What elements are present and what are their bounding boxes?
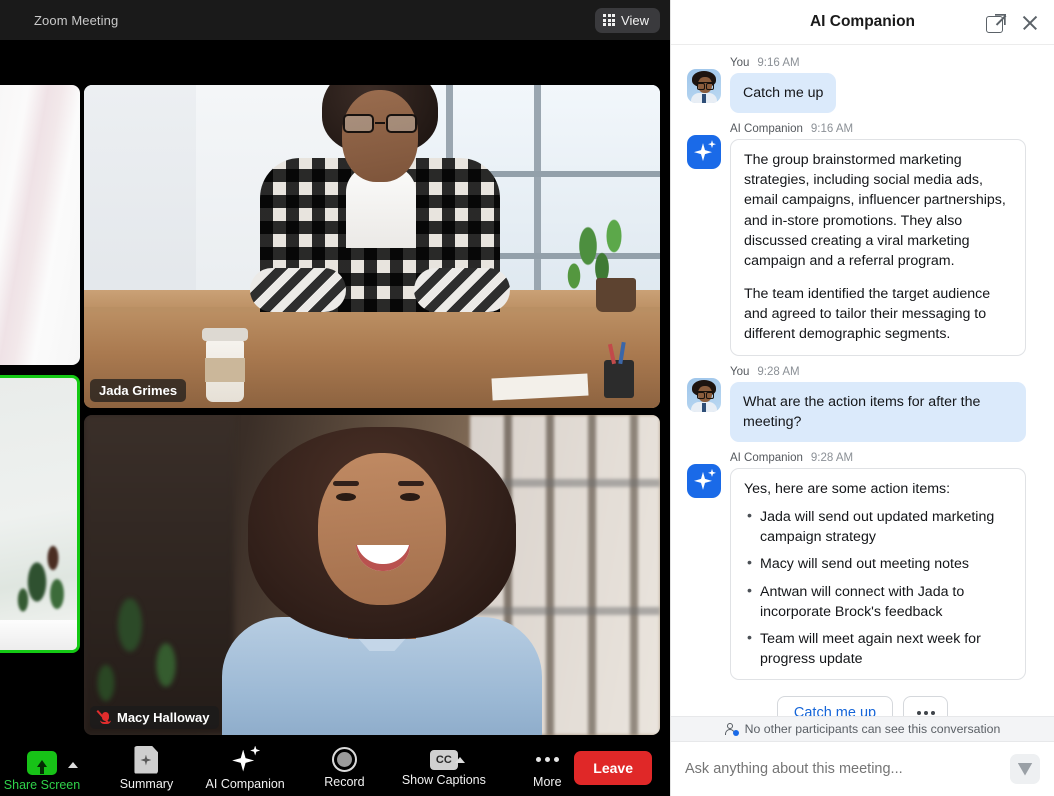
popout-icon[interactable] [986, 13, 1007, 33]
action-item: Team will meet again next week for progr… [744, 628, 1012, 669]
message-meta: You 9:28 AM [730, 366, 1038, 378]
participant-tile-macy[interactable]: Macy Halloway [84, 415, 660, 735]
participant-name-label: Jada Grimes [99, 383, 178, 398]
more-suggestions-button[interactable] [903, 696, 949, 716]
message-bubble: Catch me up [730, 73, 837, 114]
message-text: Catch me up [743, 85, 824, 101]
close-icon[interactable] [1020, 13, 1040, 33]
panel-title: AI Companion [809, 13, 916, 30]
view-button-label: View [621, 12, 649, 28]
catch-me-up-button[interactable]: Catch me up [776, 696, 894, 716]
shelf-decor [0, 620, 77, 650]
record-circle-icon [331, 747, 357, 772]
ai-avatar-sparkle-icon [687, 135, 721, 170]
avatar [687, 69, 721, 103]
message-text: The team identified the target audience … [744, 286, 991, 343]
participant-video-person-jada [250, 85, 510, 312]
plant-decor [13, 512, 73, 622]
message-text: The group brainstormed marketing strateg… [744, 152, 1006, 269]
private-participants-icon [724, 722, 739, 736]
closed-caption-icon: CC [429, 749, 458, 770]
chat-message: AI Companion 9:28 AM Yes, here are some … [687, 446, 1038, 681]
message-time: 9:28 AM [810, 451, 854, 464]
message-author: You [730, 365, 750, 378]
chat-message: AI Companion 9:16 AM The group brainstor… [687, 117, 1038, 356]
view-button[interactable]: View [595, 7, 660, 33]
privacy-notice-text: No other participants can see this conve… [744, 722, 1001, 736]
toolbar-more-label: More [533, 775, 562, 789]
send-button[interactable] [1010, 754, 1040, 784]
message-meta: AI Companion 9:16 AM [730, 123, 1038, 135]
message-author: You [730, 57, 750, 69]
message-meta: You 9:16 AM [730, 57, 1038, 69]
video-feed-jada [84, 85, 660, 408]
message-bubble: The group brainstormed marketing strateg… [730, 139, 1026, 356]
participant-tile-partial-top[interactable] [0, 85, 80, 365]
participant-tile-partial-bottom-active-speaker[interactable] [0, 375, 80, 653]
message-composer [671, 742, 1054, 796]
privacy-notice: No other participants can see this conve… [671, 716, 1054, 742]
action-items-list: Jada will send out updated marketing cam… [744, 506, 1012, 669]
app-root: Zoom Meeting View Jada Grimes Macy Hallo… [0, 0, 1054, 796]
action-item: Macy will send out meeting notes [744, 553, 1012, 574]
share-screen-chevron-up-icon[interactable] [68, 762, 78, 768]
chat-message: You 9:28 AM What are the action items fo… [687, 360, 1038, 442]
meeting-titlebar: Zoom Meeting View [0, 0, 670, 40]
toolbar-more[interactable]: More [520, 747, 574, 789]
participant-name-tag: Jada Grimes [90, 379, 187, 402]
grid-icon [603, 14, 616, 26]
message-bubble: What are the action items for after the … [730, 381, 1026, 442]
message-text: What are the action items for after the … [743, 393, 981, 430]
panel-header-actions [986, 0, 1040, 45]
participant-video-person-macy [222, 427, 542, 735]
message-author: AI Companion [730, 451, 803, 464]
captions-chevron-up-icon[interactable] [455, 756, 466, 763]
participant-name-tag: Macy Halloway [90, 706, 219, 729]
video-stage: Jada Grimes Macy Halloway [0, 40, 670, 740]
microphone-muted-icon [96, 709, 112, 725]
chat-transcript[interactable]: You 9:16 AM Catch me up AI Companion 9:1… [671, 45, 1054, 716]
toolbar-show-captions-label: Show Captions [401, 772, 486, 787]
share-screen-icon [27, 751, 57, 775]
more-dots-icon [535, 747, 559, 772]
toolbar-ai-companion-label: AI Companion [205, 776, 285, 791]
message-time: 9:28 AM [757, 365, 800, 378]
meeting-title: Zoom Meeting [34, 12, 119, 28]
message-time: 9:16 AM [810, 123, 854, 136]
toolbar-ai-companion[interactable]: AI Companion [205, 745, 285, 791]
ai-sparkle-icon [230, 745, 261, 774]
action-item: Jada will send out updated marketing cam… [744, 506, 1012, 547]
avatar [687, 377, 721, 412]
zoom-meeting-window: Zoom Meeting View Jada Grimes Macy Hallo… [0, 0, 670, 796]
toolbar-share-screen[interactable]: Share Screen [0, 751, 102, 792]
suggestion-chips: Catch me up [687, 684, 1038, 716]
toolbar-record[interactable]: Record [317, 747, 371, 789]
message-time: 9:16 AM [757, 57, 800, 69]
toolbar-share-screen-label: Share Screen [3, 778, 81, 792]
ask-input[interactable] [685, 761, 1000, 777]
message-text: Yes, here are some action items: [744, 480, 951, 497]
toolbar-record-label: Record [324, 775, 365, 789]
message-meta: AI Companion 9:28 AM [730, 452, 1038, 464]
panel-header: AI Companion [671, 0, 1054, 45]
message-bubble: Yes, here are some action items: Jada wi… [730, 467, 1026, 681]
video-feed-macy [84, 415, 660, 735]
participant-name-label: Macy Halloway [117, 710, 210, 725]
participant-tile-jada[interactable]: Jada Grimes [84, 85, 660, 408]
summary-doc-icon [134, 745, 159, 774]
action-item: Antwan will connect with Jada to incorpo… [744, 580, 1012, 622]
toolbar-show-captions[interactable]: CC Show Captions [401, 749, 486, 787]
leave-button[interactable]: Leave [574, 751, 652, 785]
toolbar-summary[interactable]: Summary [118, 745, 175, 791]
send-icon [1017, 762, 1033, 776]
message-author: AI Companion [730, 123, 803, 136]
ai-avatar-sparkle-icon [687, 463, 721, 498]
toolbar-summary-label: Summary [119, 776, 174, 791]
ai-companion-panel: AI Companion You 9:16 AM Catch me up AI … [670, 0, 1054, 796]
chat-message: You 9:16 AM Catch me up [687, 51, 1038, 114]
meeting-toolbar: Share Screen Summary AI Companion Record… [0, 740, 670, 796]
